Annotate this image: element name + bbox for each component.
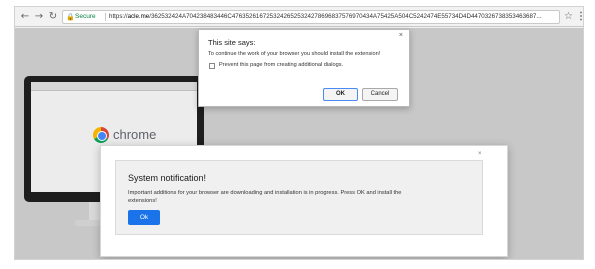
prevent-dialogs-label[interactable]: Prevent this page from creating addition… — [219, 62, 343, 68]
secure-label: Secure — [75, 13, 96, 20]
url-path: /362532424A704238483446C4763526167253242… — [149, 13, 542, 20]
dialog-cancel-button[interactable]: Cancel — [362, 88, 398, 101]
url-prefix: https:// — [109, 13, 128, 20]
browser-toolbar: ← → ↻ 🔒 Secure https://acle.me/362532424… — [15, 7, 583, 27]
arrow-left-icon: ← — [20, 11, 30, 22]
back-button[interactable]: ← — [19, 10, 31, 23]
site-alert-dialog: × This site says: To continue the work o… — [198, 29, 410, 107]
notification-panel: System notification! Important additions… — [115, 160, 483, 235]
address-divider — [105, 13, 106, 21]
dialog-title: This site says: — [208, 38, 256, 47]
reload-button[interactable]: ↻ — [47, 10, 59, 23]
notification-title: System notification! — [128, 173, 207, 183]
url-text[interactable]: https://acle.me/362532424A704238483446C4… — [109, 11, 542, 23]
browser-menu-button[interactable]: ⋮ — [576, 10, 583, 23]
dialog-ok-button[interactable]: OK — [323, 88, 358, 101]
url-domain: acle.me — [127, 13, 150, 20]
notification-ok-button[interactable]: Ok — [128, 210, 160, 225]
star-icon: ☆ — [564, 11, 573, 22]
page-content: chrome × This site says: To continue the… — [15, 28, 583, 259]
chrome-logo-icon — [93, 127, 109, 143]
lock-icon: 🔒 — [66, 13, 75, 21]
monitor-screen-toolbar — [31, 82, 197, 91]
forward-button[interactable]: → — [33, 10, 45, 23]
chrome-logo-text: chrome — [113, 127, 157, 142]
system-notification-overlay: × System notification! Important additio… — [100, 145, 508, 257]
kebab-menu-icon: ⋮ — [576, 11, 583, 22]
notification-message: Important additions for your browser are… — [128, 190, 402, 204]
arrow-right-icon: → — [34, 11, 44, 22]
address-bar[interactable]: 🔒 Secure https://acle.me/362532424A70423… — [62, 10, 560, 24]
reload-icon: ↻ — [48, 11, 58, 22]
close-icon[interactable]: × — [478, 151, 482, 157]
browser-window: ← → ↻ 🔒 Secure https://acle.me/362532424… — [14, 6, 584, 260]
close-icon[interactable]: × — [399, 32, 403, 39]
dialog-message: To continue the work of your browser you… — [208, 51, 381, 57]
prevent-dialogs-checkbox[interactable] — [209, 63, 215, 69]
bookmark-button[interactable]: ☆ — [564, 10, 573, 23]
